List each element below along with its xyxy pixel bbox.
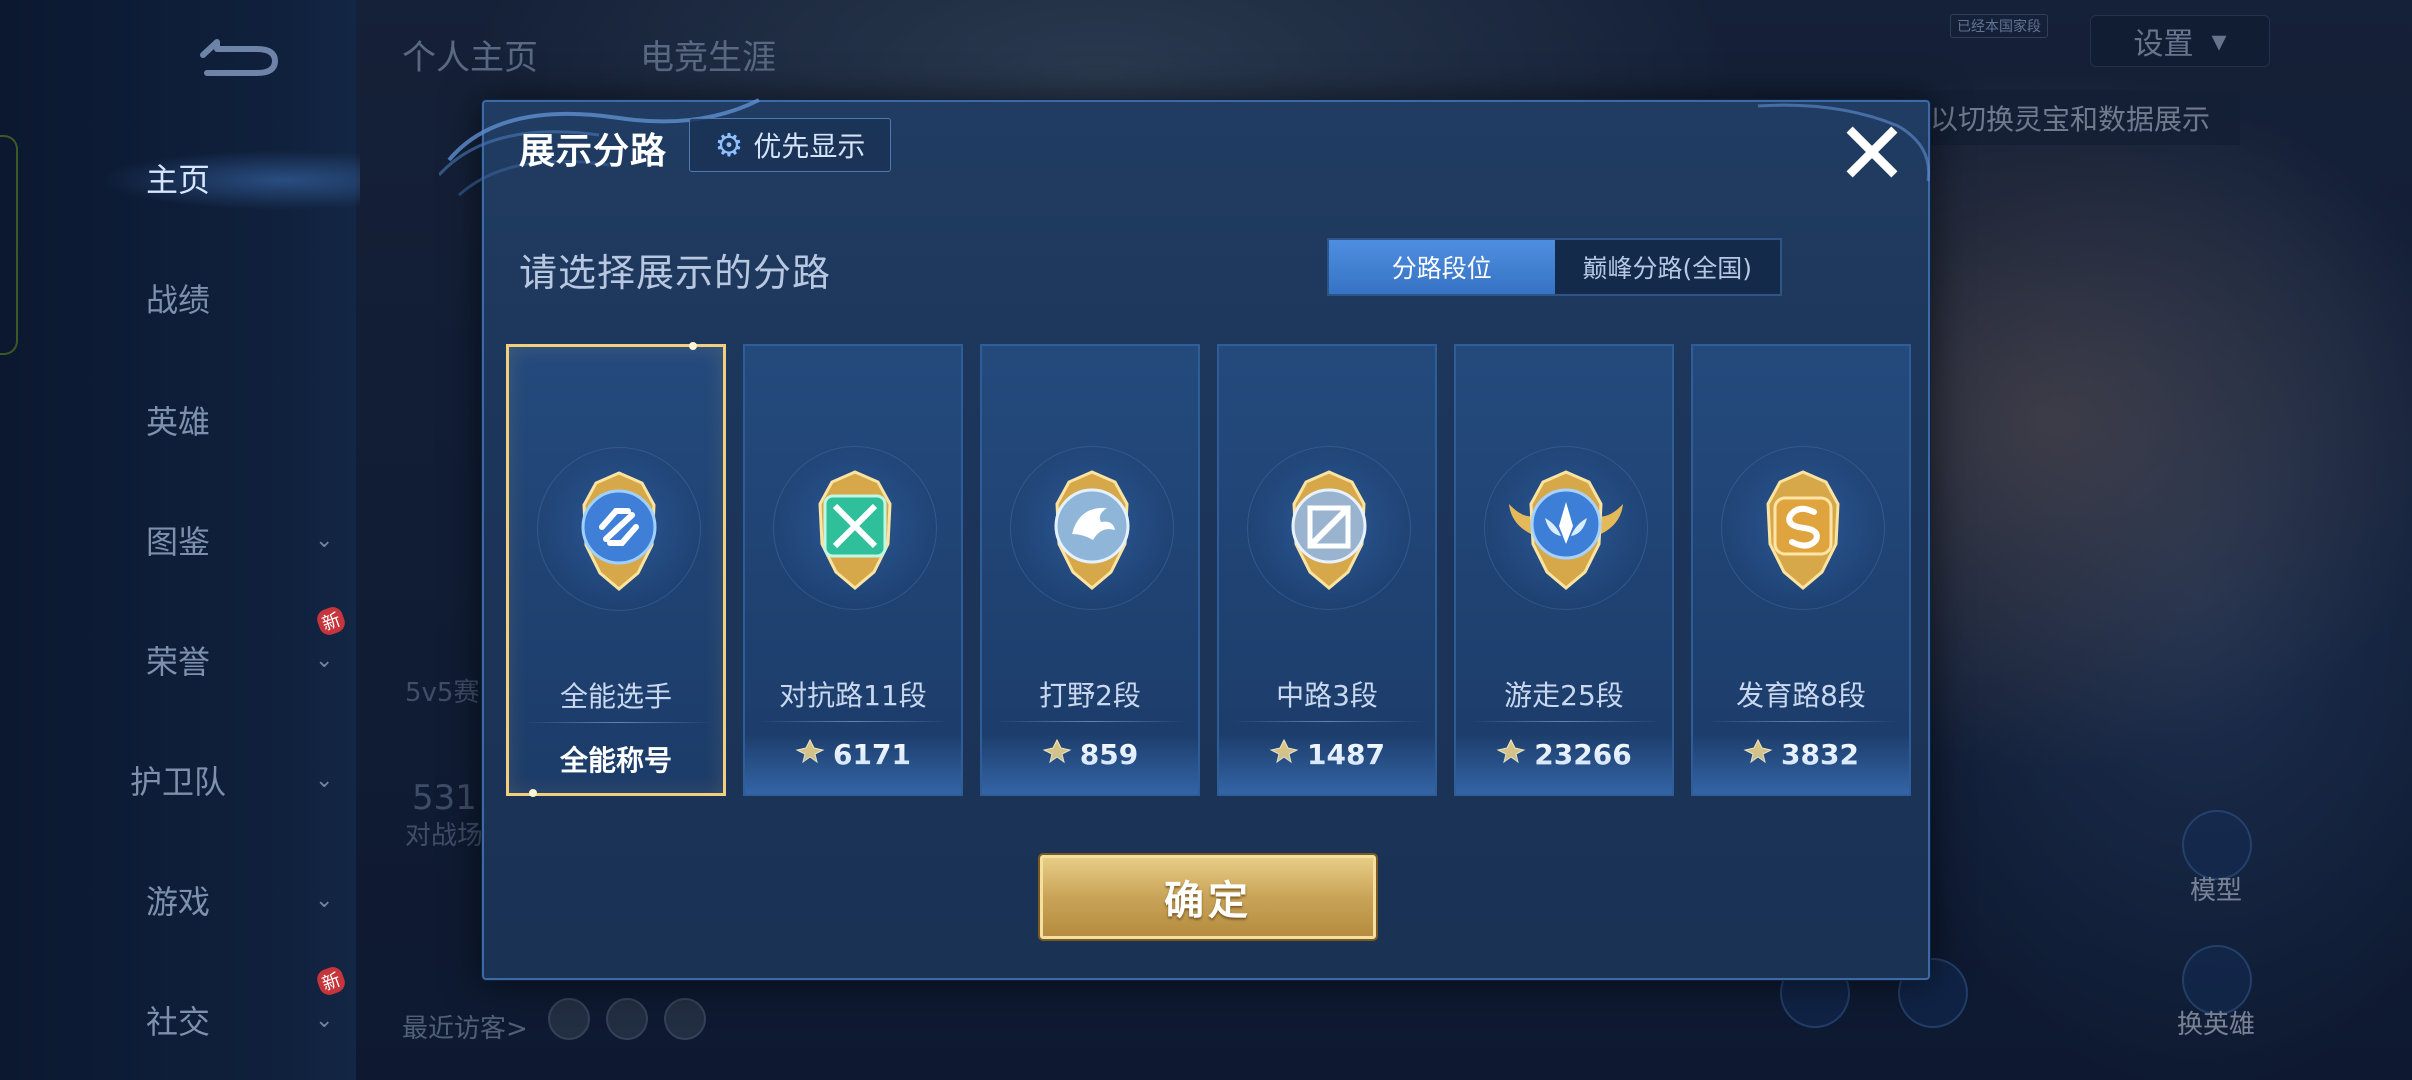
sidebar-item[interactable]: 战绩 xyxy=(0,268,356,328)
farm-lane-emblem-icon xyxy=(1738,464,1868,594)
divider xyxy=(523,722,713,723)
back-button[interactable] xyxy=(185,30,285,80)
close-icon xyxy=(1846,126,1898,178)
chevron-down-icon: ⌄ xyxy=(315,527,334,553)
new-badge: 新 xyxy=(314,604,348,638)
card-glow xyxy=(1219,734,1435,794)
divider xyxy=(1470,721,1660,722)
sidebar: 主页 战绩 英雄 图鉴 ⌄ 荣誉 ⌄ 新护卫队 ⌄ 游戏 ⌄ 社交 ⌄ 新 xyxy=(0,0,360,1080)
route-points-value: 全能称号 xyxy=(559,744,672,777)
card-glow xyxy=(745,734,961,794)
sidebar-item-label: 战绩 xyxy=(145,281,210,319)
clash-lane-emblem-icon xyxy=(790,464,920,594)
mid-lane-emblem-icon xyxy=(1264,464,1394,594)
route-rank-label: 中路3段 xyxy=(1276,679,1378,712)
route-card[interactable]: 中路3段1487 xyxy=(1217,344,1437,796)
sidebar-item-label: 英雄 xyxy=(145,403,210,441)
jungle-emblem-icon xyxy=(1027,464,1157,594)
back-arrow-icon xyxy=(200,39,278,76)
divider xyxy=(1233,721,1423,722)
sidebar-item[interactable]: 英雄 xyxy=(0,390,356,450)
sidebar-item-label: 护卫队 xyxy=(129,763,226,801)
route-card[interactable]: 打野2段859 xyxy=(980,344,1200,796)
route-card[interactable]: 发育路8段3832 xyxy=(1691,344,1911,796)
roam-emblem-icon xyxy=(1501,464,1631,594)
route-rank-label: 游走25段 xyxy=(1504,679,1624,712)
sidebar-item-label: 主页 xyxy=(145,161,210,199)
divider xyxy=(996,721,1186,722)
sidebar-item[interactable]: 社交 ⌄ 新 xyxy=(0,964,356,1050)
new-badge: 新 xyxy=(314,964,348,998)
selection-spark xyxy=(689,342,697,350)
card-glow xyxy=(982,734,1198,794)
route-points: 全能称号 xyxy=(509,739,723,779)
chevron-down-icon: ⌄ xyxy=(315,1007,334,1033)
chevron-down-icon: ⌄ xyxy=(315,887,334,913)
sidebar-item-label: 荣誉 xyxy=(145,643,210,681)
route-rank-label: 全能选手 xyxy=(559,680,672,713)
route-card[interactable]: 对抗路11段6171 xyxy=(743,344,963,796)
route-type-tabs: 分路段位 巅峰分路(全国) xyxy=(1327,238,1782,296)
route-rank-label: 打野2段 xyxy=(1039,679,1141,712)
sidebar-item[interactable]: 图鉴 ⌄ xyxy=(0,510,356,570)
sidebar-item[interactable]: 主页 xyxy=(0,148,356,208)
route-rank-label: 发育路8段 xyxy=(1736,679,1866,712)
sidebar-item[interactable]: 荣誉 ⌄ 新 xyxy=(0,604,356,690)
close-button[interactable] xyxy=(1836,116,1908,188)
dialog-subtitle: 请选择展示的分路 xyxy=(519,251,832,295)
chevron-down-icon: ⌄ xyxy=(315,767,334,793)
route-display-dialog: 展示分路 ⚙ 优先显示 请选择展示的分路 分路段位 巅峰分路(全国) 全能选手全… xyxy=(439,98,1931,980)
gear-icon: ⚙ xyxy=(714,126,744,164)
sidebar-item-label: 图鉴 xyxy=(145,523,210,561)
confirm-button[interactable]: 确定 xyxy=(1040,855,1376,939)
sidebar-item[interactable]: 游戏 ⌄ xyxy=(0,870,356,930)
card-glow xyxy=(1693,734,1909,794)
selection-spark xyxy=(529,789,537,797)
priority-label: 优先显示 xyxy=(753,130,866,163)
card-glow xyxy=(1456,734,1672,794)
divider xyxy=(759,721,949,722)
tab-route-rank[interactable]: 分路段位 xyxy=(1329,240,1555,294)
divider xyxy=(1707,721,1897,722)
chevron-down-icon: ⌄ xyxy=(315,647,334,673)
route-rank-label: 对抗路11段 xyxy=(779,679,927,712)
route-cards: 全能选手全能称号对抗路11段6171打野2段859中路3段1487游走25段23… xyxy=(506,342,1914,797)
tab-peak-route[interactable]: 巅峰分路(全国) xyxy=(1555,240,1781,294)
all-round-emblem-icon xyxy=(554,465,684,595)
dialog-title: 展示分路 xyxy=(519,131,668,172)
sidebar-item-label: 游戏 xyxy=(145,883,210,921)
priority-display-button[interactable]: ⚙ 优先显示 xyxy=(689,118,891,172)
route-card[interactable]: 全能选手 全能称号 xyxy=(506,342,726,797)
sidebar-item-label: 社交 xyxy=(145,1003,210,1041)
route-card[interactable]: 游走25段23266 xyxy=(1454,344,1674,796)
sidebar-item[interactable]: 护卫队 ⌄ xyxy=(0,750,356,810)
